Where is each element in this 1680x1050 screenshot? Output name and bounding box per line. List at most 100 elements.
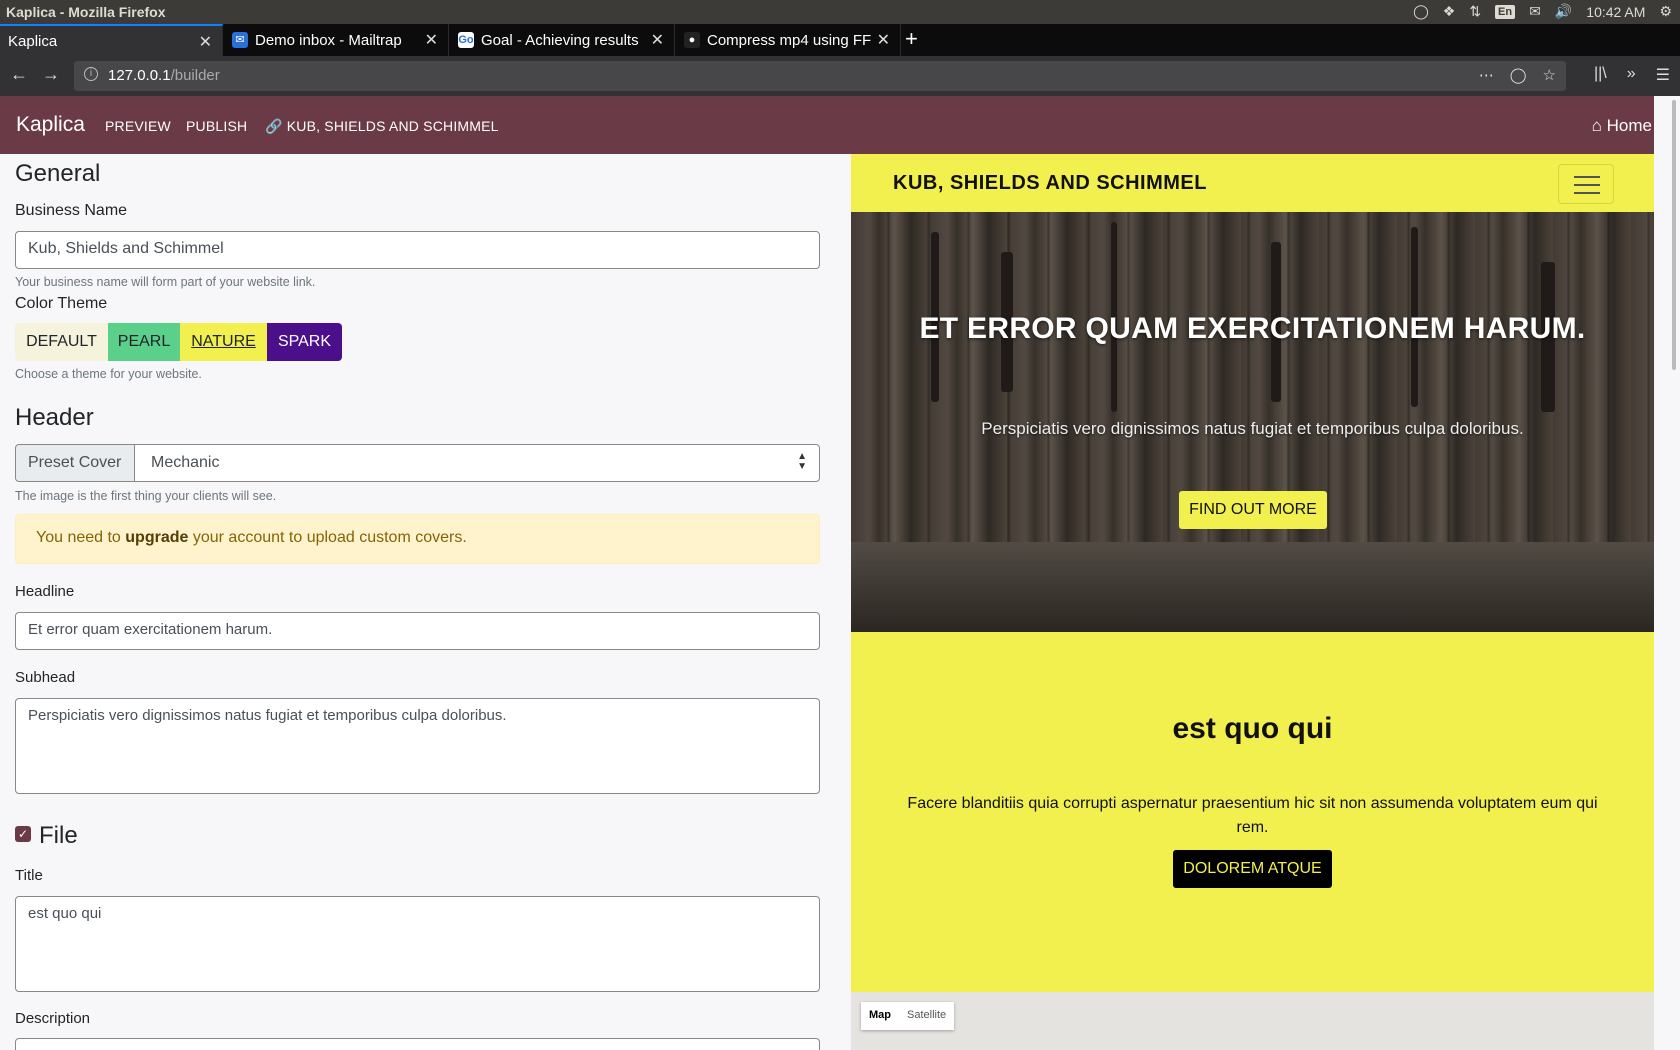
site-link-label: KUB, SHIELDS AND SCHIMMEL bbox=[286, 118, 499, 134]
preview-link[interactable]: PREVIEW bbox=[105, 118, 171, 134]
url-bar[interactable]: i 127.0.0.1/builder ⋯ ◯ ☆ bbox=[74, 61, 1566, 91]
find-out-more-button[interactable]: FIND OUT MORE bbox=[1179, 491, 1327, 529]
business-name-input[interactable]: Kub, Shields and Schimmel bbox=[15, 231, 820, 269]
publish-link[interactable]: PUBLISH bbox=[186, 118, 247, 134]
tab-label: Compress mp4 using FF bbox=[707, 31, 872, 49]
preset-cover-label: Preset Cover bbox=[15, 444, 134, 482]
close-icon[interactable]: ✕ bbox=[425, 30, 438, 50]
library-icon[interactable]: ||\ bbox=[1594, 65, 1607, 85]
tab-label: Demo inbox - Mailtrap bbox=[255, 31, 402, 49]
browser-nav-bar: ← → i 127.0.0.1/builder ⋯ ◯ ☆ ||\ » ☰ bbox=[0, 56, 1680, 96]
tab-label: Kaplica bbox=[8, 32, 58, 50]
map-area[interactable]: Map Satellite bbox=[851, 992, 1654, 1050]
file-checkbox[interactable]: ✓ bbox=[15, 826, 31, 842]
preview-panel: KUB, SHIELDS AND SCHIMMEL ET ERROR QUAM … bbox=[851, 154, 1654, 1050]
hero-subhead: Perspiciatis vero dignissimos natus fugi… bbox=[981, 419, 1524, 438]
subhead-textarea[interactable]: Perspiciatis vero dignissimos natus fugi… bbox=[15, 698, 820, 794]
alert-text-suffix: your account to upload custom covers. bbox=[192, 529, 467, 546]
map-type-control: Map Satellite bbox=[861, 1002, 955, 1030]
theme-pearl-button[interactable]: PEARL bbox=[108, 323, 180, 361]
general-heading: General bbox=[15, 160, 101, 187]
upgrade-link[interactable]: upgrade bbox=[125, 529, 188, 546]
header-heading: Header bbox=[15, 404, 94, 431]
close-icon[interactable]: ✕ bbox=[651, 30, 664, 50]
file-heading: File bbox=[39, 822, 78, 849]
preset-cover-select[interactable]: Mechanic ▲ ▼ bbox=[134, 444, 820, 482]
preview-brand[interactable]: KUB, SHIELDS AND SCHIMMEL bbox=[893, 172, 1207, 195]
theme-default-button[interactable]: DEFAULT bbox=[15, 323, 108, 361]
map-type-map-button[interactable]: Map bbox=[861, 1002, 899, 1030]
theme-spark-button[interactable]: SPARK bbox=[267, 323, 342, 361]
url-path: /builder bbox=[170, 67, 220, 84]
github-icon: ● bbox=[684, 32, 700, 48]
business-name-label: Business Name bbox=[15, 202, 128, 219]
business-name-help: Your business name will form part of you… bbox=[15, 275, 316, 289]
upgrade-alert: You need to upgrade your account to uplo… bbox=[15, 514, 820, 564]
select-arrows-icon: ▲ ▼ bbox=[797, 451, 807, 472]
system-tray: ◯ ❖ ⇅ En ✉ 🔊 10:42 AM ⚙ bbox=[1413, 3, 1672, 20]
preset-cover-help: The image is the first thing your client… bbox=[15, 489, 277, 503]
section-title: est quo qui bbox=[1172, 712, 1333, 745]
close-icon[interactable]: ✕ bbox=[199, 32, 212, 52]
mail-icon[interactable]: ✉ bbox=[1529, 3, 1541, 20]
dropbox-icon[interactable]: ❖ bbox=[1443, 3, 1456, 20]
home-icon: ⌂ bbox=[1591, 116, 1602, 135]
dolorem-atque-button[interactable]: DOLOREM ATQUE bbox=[1173, 850, 1332, 888]
preview-header: KUB, SHIELDS AND SCHIMMEL bbox=[851, 154, 1654, 212]
url-text: 127.0.0.1/builder bbox=[108, 67, 220, 84]
back-arrow-icon[interactable]: ← bbox=[10, 64, 28, 85]
hero-headline: ET ERROR QUAM EXERCITATIONEM HARUM. bbox=[919, 312, 1586, 345]
headline-input[interactable]: Et error quam exercitationem harum. bbox=[15, 612, 820, 650]
preset-cover-value: Mechanic bbox=[151, 454, 220, 471]
title-textarea[interactable]: est quo qui bbox=[15, 896, 820, 992]
theme-nature-button[interactable]: NATURE bbox=[180, 323, 267, 361]
color-theme-help: Choose a theme for your website. bbox=[15, 367, 202, 381]
app-navbar: Kaplica PREVIEW PUBLISH 🔗 KUB, SHIELDS A… bbox=[0, 96, 1680, 154]
tab-compress[interactable]: ● Compress mp4 using FF ✕ bbox=[676, 24, 901, 56]
new-tab-plus-icon[interactable]: + bbox=[905, 26, 918, 52]
site-link[interactable]: 🔗 KUB, SHIELDS AND SCHIMMEL bbox=[265, 118, 499, 135]
tab-label: Goal - Achieving results bbox=[481, 31, 639, 49]
page-scrollbar[interactable] bbox=[1654, 96, 1680, 1050]
overflow-chevron-icon[interactable]: » bbox=[1627, 65, 1636, 85]
pocket-icon[interactable]: ◯ bbox=[1510, 66, 1527, 84]
link-icon: 🔗 bbox=[265, 118, 283, 134]
forward-arrow-icon[interactable]: → bbox=[42, 64, 60, 85]
color-theme-label: Color Theme bbox=[15, 295, 108, 312]
file-section: est quo qui Facere blanditiis quia corru… bbox=[851, 632, 1654, 992]
settings-gear-icon[interactable]: ⚙ bbox=[1659, 3, 1672, 20]
headline-label: Headline bbox=[15, 583, 75, 600]
volume-icon[interactable]: 🔊 bbox=[1555, 3, 1572, 20]
window-title: Kaplica - Mozilla Firefox bbox=[6, 4, 166, 20]
hero-cover: ET ERROR QUAM EXERCITATIONEM HARUM. Pers… bbox=[851, 212, 1654, 632]
tab-mailtrap[interactable]: ✉ Demo inbox - Mailtrap ✕ bbox=[224, 24, 449, 56]
tab-kaplica[interactable]: Kaplica ✕ bbox=[0, 24, 223, 56]
home-link[interactable]: ⌂ Home bbox=[1592, 116, 1652, 136]
description-textarea[interactable] bbox=[15, 1038, 820, 1050]
tab-goal[interactable]: Go Goal - Achieving results ✕ bbox=[450, 24, 675, 56]
app-brand[interactable]: Kaplica bbox=[16, 113, 85, 137]
alert-text-prefix: You need to bbox=[36, 529, 121, 546]
title-label: Title bbox=[15, 867, 43, 884]
editor-panel: General Business Name Kub, Shields and S… bbox=[0, 154, 851, 1050]
go-icon: Go bbox=[458, 32, 474, 48]
bookmark-star-icon[interactable]: ☆ bbox=[1543, 66, 1556, 84]
map-type-satellite-button[interactable]: Satellite bbox=[899, 1002, 954, 1030]
hamburger-menu-icon[interactable]: ☰ bbox=[1656, 65, 1670, 85]
mailtrap-icon: ✉ bbox=[232, 32, 248, 48]
scrollbar-thumb[interactable] bbox=[1672, 100, 1676, 370]
description-label: Description bbox=[15, 1010, 91, 1027]
info-icon[interactable]: i bbox=[84, 67, 98, 81]
url-host: 127.0.0.1 bbox=[108, 67, 171, 84]
home-label: Home bbox=[1606, 116, 1652, 135]
section-description: Facere blanditiis quia corrupti aspernat… bbox=[907, 795, 1598, 836]
keyboard-layout[interactable]: En bbox=[1495, 4, 1516, 19]
tab-strip: Kaplica ✕ ✉ Demo inbox - Mailtrap ✕ Go G… bbox=[0, 24, 1680, 56]
more-dots-icon[interactable]: ⋯ bbox=[1479, 66, 1494, 84]
bulb-icon[interactable]: ◯ bbox=[1413, 3, 1429, 20]
network-icon[interactable]: ⇅ bbox=[1469, 3, 1481, 20]
hamburger-menu-icon[interactable] bbox=[1558, 164, 1614, 204]
os-title-bar: Kaplica - Mozilla Firefox ◯ ❖ ⇅ En ✉ 🔊 1… bbox=[0, 0, 1680, 24]
clock[interactable]: 10:42 AM bbox=[1586, 4, 1645, 20]
close-icon[interactable]: ✕ bbox=[877, 30, 890, 50]
